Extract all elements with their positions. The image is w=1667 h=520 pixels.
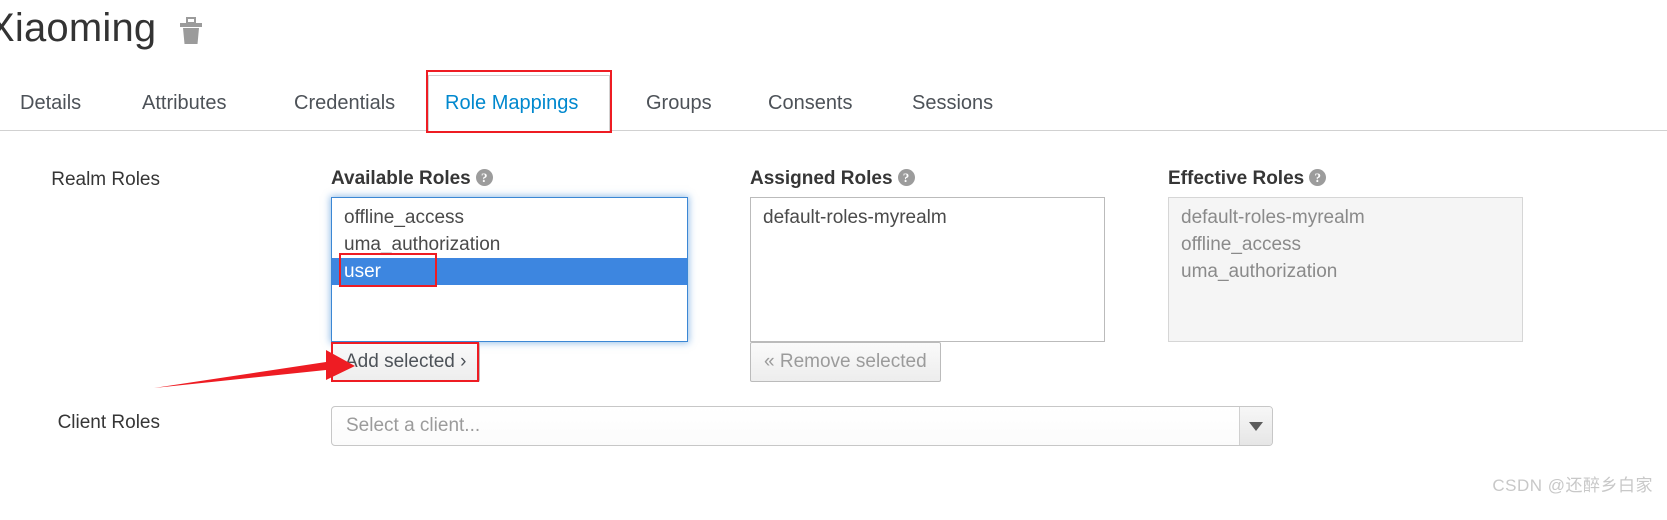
tab-sessions[interactable]: Sessions xyxy=(896,75,1014,131)
remove-selected-button[interactable]: « Remove selected xyxy=(750,342,941,382)
list-item: default-roles-myrealm xyxy=(1181,207,1365,228)
assigned-roles-heading: Assigned Roles? xyxy=(750,168,915,190)
assigned-roles-heading-text: Assigned Roles xyxy=(750,168,893,189)
tab-attributes[interactable]: Attributes xyxy=(126,75,262,131)
list-item-selected[interactable]: user xyxy=(332,258,687,285)
tab-credentials[interactable]: Credentials xyxy=(278,75,420,131)
tab-consents[interactable]: Consents xyxy=(752,75,876,131)
list-item: uma_authorization xyxy=(1181,261,1338,282)
role-mappings-form: Realm Roles Client Roles Available Roles… xyxy=(0,131,1667,520)
add-selected-button[interactable]: Add selected › xyxy=(331,342,481,382)
page-title: Xiaoming xyxy=(0,6,157,50)
client-select-placeholder: Select a client... xyxy=(346,415,481,436)
assigned-roles-listbox[interactable]: default-roles-myrealm xyxy=(750,197,1105,342)
client-roles-label: Client Roles xyxy=(57,412,160,433)
page-header: Xiaoming xyxy=(0,8,204,48)
available-roles-heading: Available Roles? xyxy=(331,168,493,190)
help-icon-assigned[interactable]: ? xyxy=(897,169,915,186)
effective-roles-heading-text: Effective Roles xyxy=(1168,168,1305,189)
chevron-down-icon[interactable] xyxy=(1239,407,1272,445)
trash-icon[interactable] xyxy=(178,17,204,47)
available-roles-heading-text: Available Roles xyxy=(331,168,471,189)
effective-roles-heading: Effective Roles? xyxy=(1168,168,1327,190)
client-select[interactable]: Select a client... xyxy=(331,406,1273,446)
list-item[interactable]: uma_authorization xyxy=(332,231,687,258)
watermark: CSDN @还醉乡白家 xyxy=(1492,476,1653,495)
help-icon-available[interactable]: ? xyxy=(475,169,493,186)
realm-roles-label: Realm Roles xyxy=(51,169,160,190)
tab-groups[interactable]: Groups xyxy=(630,75,734,131)
list-item: offline_access xyxy=(1181,234,1302,255)
tab-role-mappings[interactable]: Role Mappings xyxy=(428,75,610,132)
tab-details[interactable]: Details xyxy=(4,75,108,131)
help-icon-effective[interactable]: ? xyxy=(1309,169,1327,186)
available-roles-listbox[interactable]: offline_access uma_authorization user xyxy=(331,197,688,342)
list-item[interactable]: offline_access xyxy=(332,204,687,231)
tab-bar: Details Attributes Credentials Role Mapp… xyxy=(0,75,1667,132)
list-item[interactable]: default-roles-myrealm xyxy=(751,204,1104,231)
effective-roles-listbox: default-roles-myrealm offline_access uma… xyxy=(1168,197,1523,342)
